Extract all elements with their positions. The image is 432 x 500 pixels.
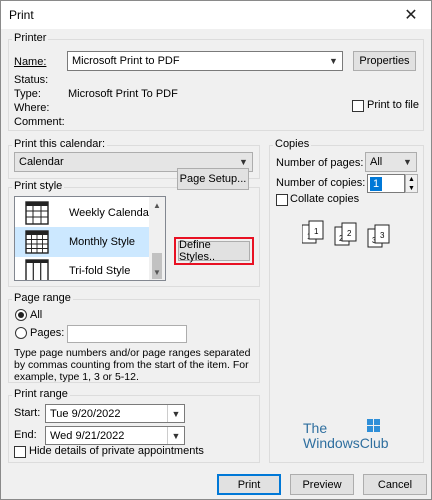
collate-set-2: 2 2: [334, 222, 357, 246]
end-date-value: Wed 9/21/2022: [50, 429, 125, 442]
hide-details-label[interactable]: Hide details of private appointments: [29, 445, 204, 457]
start-label: Start:: [14, 407, 41, 419]
number-of-copies-input[interactable]: 1: [367, 174, 405, 193]
copies-group-label: Copies: [273, 138, 312, 150]
print-to-file-checkbox[interactable]: [352, 100, 364, 112]
list-item-label: Tri-fold Style: [69, 265, 131, 277]
monthly-calendar-icon: [25, 230, 49, 254]
define-styles-button[interactable]: Define Styles..: [178, 239, 250, 263]
cancel-button[interactable]: Cancel: [363, 474, 427, 495]
collate-set-1: 1 1: [302, 220, 324, 244]
type-label: Type:: [14, 88, 41, 100]
pages-input[interactable]: [67, 325, 187, 343]
type-value: Microsoft Print To PDF: [68, 88, 178, 100]
spin-up-icon[interactable]: ▲: [406, 175, 417, 184]
print-dialog: Print ✕ Printer Name: Microsoft Print to…: [0, 0, 432, 500]
preview-button[interactable]: Preview: [290, 474, 354, 495]
pages-label[interactable]: Pages:: [30, 327, 64, 339]
chevron-down-icon: ▼: [329, 56, 338, 66]
spin-down-icon[interactable]: ▼: [406, 184, 417, 193]
printer-name-select[interactable]: Microsoft Print to PDF ▼: [67, 51, 343, 71]
windowsclub-logo-icon: [367, 419, 380, 432]
status-label: Status:: [14, 74, 49, 86]
comment-label: Comment:: [14, 116, 65, 128]
scroll-up-icon[interactable]: ▲: [149, 197, 165, 213]
title-bar: Print ✕: [1, 1, 431, 29]
page-range-help-text: Type page numbers and/or page ranges sep…: [14, 347, 251, 383]
collate-copies-checkbox[interactable]: [276, 194, 288, 206]
start-date-select[interactable]: Tue 9/20/2022 ▼: [45, 404, 185, 423]
printer-name-value: Microsoft Print to PDF: [72, 55, 180, 67]
svg-text:3: 3: [380, 231, 385, 240]
pages-radio[interactable]: [15, 327, 27, 339]
page-range-group-label: Page range: [12, 292, 73, 304]
collate-copies-label[interactable]: Collate copies: [290, 193, 359, 205]
number-of-copies-value: 1: [370, 176, 383, 191]
collate-set-3: 3 3: [367, 224, 390, 248]
number-of-pages-label: Number of pages:: [276, 157, 364, 169]
where-label: Where:: [14, 102, 50, 114]
print-style-group-label: Print style: [12, 180, 65, 192]
svg-text:2: 2: [347, 229, 352, 238]
weekly-calendar-icon: [25, 201, 49, 225]
chevron-down-icon: ▼: [403, 157, 412, 167]
name-label: Name:: [14, 56, 47, 68]
all-radio[interactable]: [15, 309, 27, 321]
watermark-line-2: WindowsClub: [303, 435, 389, 451]
print-style-list[interactable]: Weekly Calendar S Monthly Style Tri-fold…: [14, 196, 166, 281]
page-setup-button[interactable]: Page Setup...: [177, 168, 249, 190]
calendar-value: Calendar: [19, 156, 64, 168]
copies-spinner[interactable]: ▲ ▼: [405, 174, 418, 193]
window-title: Print: [9, 8, 34, 22]
trifold-icon: [25, 259, 49, 280]
chevron-down-icon: ▼: [167, 427, 184, 444]
close-icon[interactable]: ✕: [391, 1, 431, 29]
number-of-copies-label: Number of copies:: [276, 177, 366, 189]
printer-group-label: Printer: [12, 32, 49, 44]
list-item-selected[interactable]: Monthly Style: [15, 227, 151, 257]
scroll-down-icon[interactable]: ▼: [149, 264, 165, 280]
print-button[interactable]: Print: [217, 474, 281, 495]
collate-pages-icon: 1 1 2 2 3 3: [302, 220, 390, 248]
calendar-group-label: Print this calendar:: [12, 138, 108, 150]
print-to-file-label[interactable]: Print to file: [367, 99, 419, 111]
all-label[interactable]: All: [30, 309, 42, 321]
list-item[interactable]: Tri-fold Style: [15, 256, 151, 280]
svg-text:1: 1: [314, 227, 319, 236]
properties-button[interactable]: Properties: [353, 51, 416, 71]
chevron-down-icon: ▼: [167, 405, 184, 422]
print-range-group-label: Print range: [12, 388, 70, 400]
list-scrollbar[interactable]: ▲ ▼: [149, 197, 165, 280]
number-of-pages-select[interactable]: All ▼: [365, 152, 417, 172]
end-date-select[interactable]: Wed 9/21/2022 ▼: [45, 426, 185, 445]
number-of-pages-value: All: [370, 156, 383, 168]
start-date-value: Tue 9/20/2022: [50, 407, 121, 420]
hide-details-checkbox[interactable]: [14, 446, 26, 458]
list-item-label: Monthly Style: [69, 236, 136, 248]
list-item[interactable]: Weekly Calendar S: [15, 198, 163, 228]
end-label: End:: [14, 429, 37, 441]
